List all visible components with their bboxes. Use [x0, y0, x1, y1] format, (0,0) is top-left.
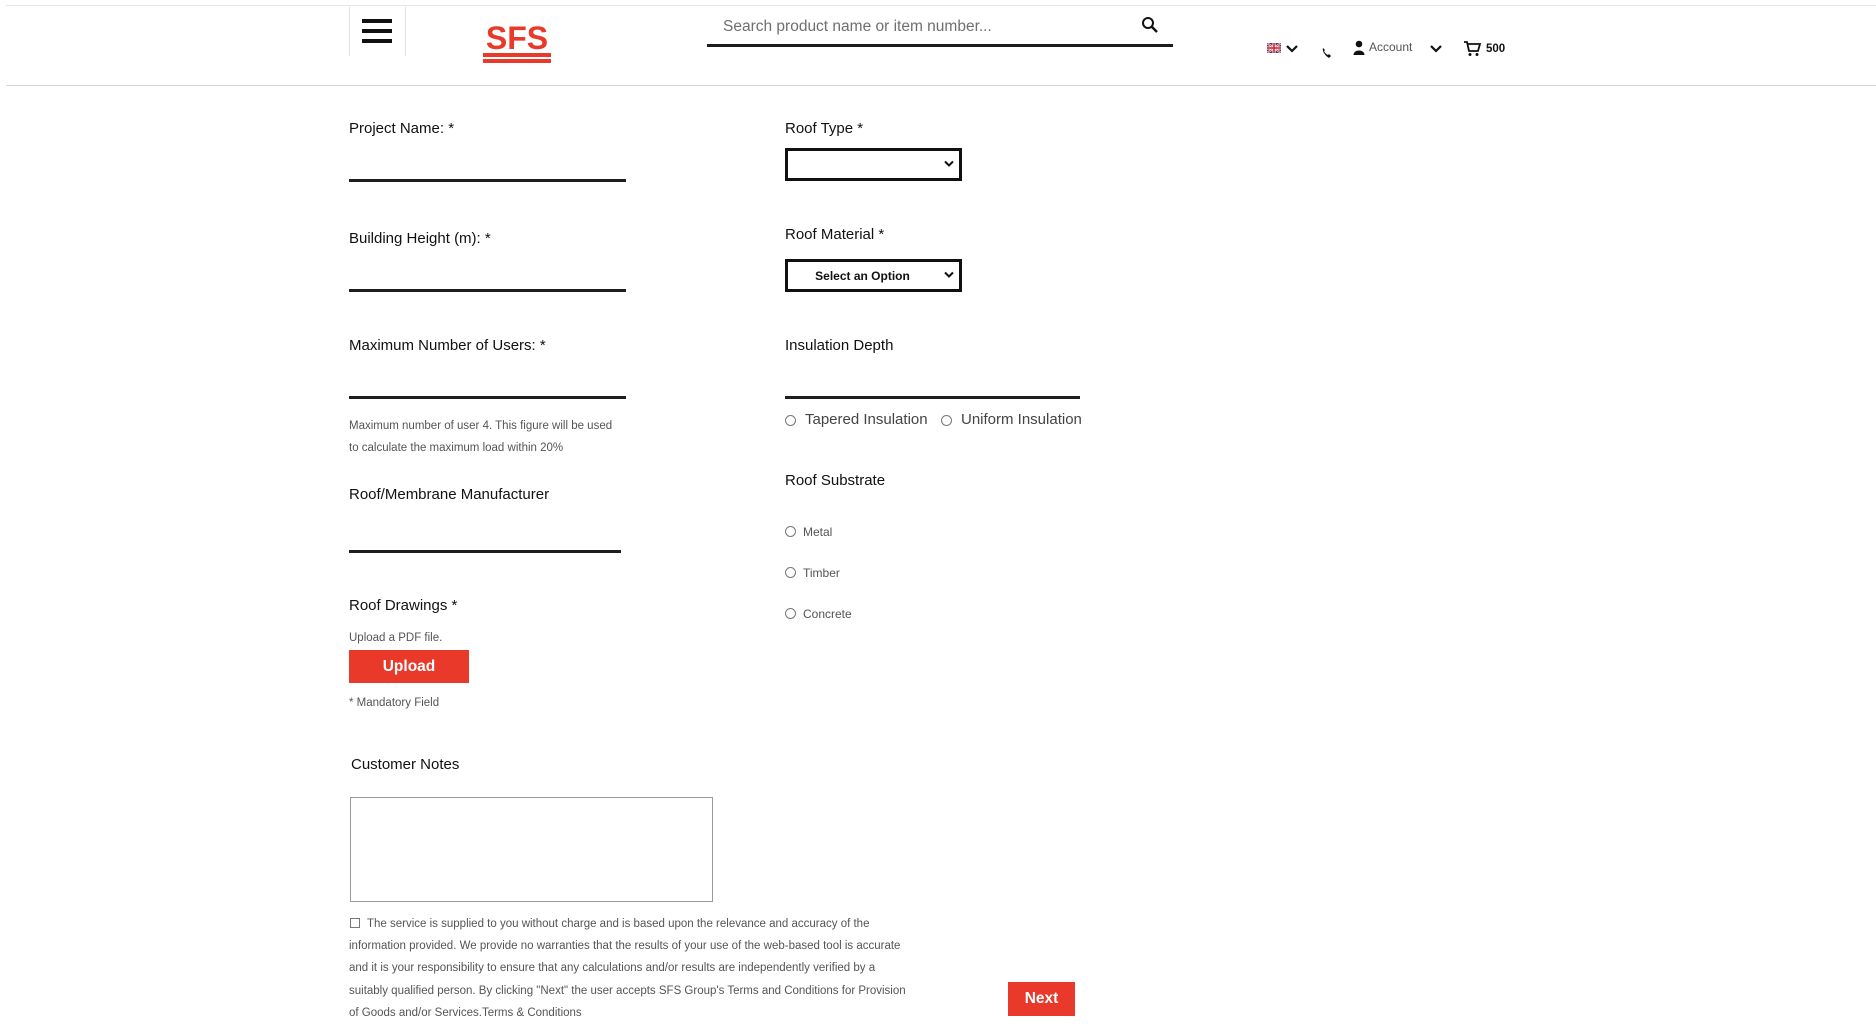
- disclaimer-line-3: and it is your responsibility to ensure …: [349, 962, 876, 975]
- roof-type-label: Roof Type *: [785, 120, 864, 137]
- substrate-timber-radio[interactable]: [785, 567, 796, 578]
- account-chevron-down-icon[interactable]: [1429, 44, 1443, 54]
- manufacturer-input[interactable]: [349, 550, 621, 553]
- max-users-label: Maximum Number of Users: *: [349, 337, 546, 354]
- building-height-label: Building Height (m): *: [349, 230, 491, 247]
- cart-icon[interactable]: [1463, 40, 1481, 57]
- roof-drawings-label: Roof Drawings *: [349, 597, 458, 614]
- uniform-insulation-label: Uniform Insulation: [961, 411, 1082, 428]
- sfs-logo[interactable]: SFS: [482, 22, 552, 66]
- substrate-metal-radio[interactable]: [785, 526, 796, 537]
- disclaimer-text: The service is supplied to you without c…: [349, 913, 909, 1024]
- disclaimer-line-5[interactable]: of Goods and/or Services.Terms & Conditi…: [349, 1002, 909, 1024]
- roof-substrate-label: Roof Substrate: [785, 472, 886, 489]
- mandatory-note: * Mandatory Field: [349, 697, 440, 709]
- manufacturer-label: Roof/Membrane Manufacturer: [349, 486, 550, 503]
- roof-type-select[interactable]: [785, 148, 962, 181]
- project-name-input[interactable]: [349, 179, 626, 182]
- uniform-insulation-radio[interactable]: [941, 415, 952, 426]
- substrate-concrete-label: Concrete: [803, 607, 852, 621]
- uk-flag-icon[interactable]: [1267, 43, 1281, 53]
- project-name-label: Project Name: *: [349, 120, 455, 137]
- logo-text: SFS: [486, 22, 548, 56]
- search-bar: [707, 8, 1173, 47]
- roof-material-select[interactable]: Select an Option: [785, 259, 962, 292]
- search-icon[interactable]: [1141, 16, 1159, 34]
- header-divider: [6, 85, 1876, 86]
- customer-notes-textarea[interactable]: [350, 797, 713, 902]
- tapered-insulation-radio[interactable]: [785, 415, 796, 426]
- upload-button[interactable]: Upload: [349, 650, 469, 683]
- disclaimer-line-1: The service is supplied to you without c…: [367, 918, 870, 930]
- chevron-down-icon: [944, 271, 954, 278]
- menu-button[interactable]: [349, 7, 406, 56]
- insulation-depth-input[interactable]: [785, 396, 1080, 399]
- substrate-concrete-radio[interactable]: [785, 608, 796, 619]
- roof-material-label: Roof Material *: [785, 226, 885, 243]
- max-users-help-line-1: Maximum number of user 4. This figure wi…: [349, 420, 613, 432]
- roof-drawings-help: Upload a PDF file.: [349, 632, 443, 644]
- search-input[interactable]: [721, 14, 1125, 40]
- hamburger-icon: [362, 19, 392, 45]
- phone-icon[interactable]: [1321, 47, 1333, 59]
- user-icon[interactable]: [1353, 40, 1365, 55]
- substrate-metal-label: Metal: [803, 525, 833, 539]
- cart-count: 500: [1486, 43, 1506, 55]
- insulation-depth-label: Insulation Depth: [785, 337, 894, 354]
- next-button[interactable]: Next: [1008, 982, 1075, 1016]
- disclaimer-line-2: information provided. We provide no warr…: [349, 940, 901, 953]
- customer-notes-label: Customer Notes: [351, 756, 460, 773]
- building-height-input[interactable]: [349, 289, 626, 292]
- max-users-help-line-2: to calculate the maximum load within 20%: [349, 442, 564, 454]
- chevron-down-icon: [944, 160, 954, 167]
- disclaimer-line-4: suitably qualified person. By clicking "…: [349, 984, 906, 997]
- substrate-timber-label: Timber: [803, 566, 840, 580]
- tapered-insulation-label: Tapered Insulation: [805, 411, 928, 428]
- header-top-border: [6, 5, 1876, 6]
- chevron-down-icon[interactable]: [1285, 44, 1299, 54]
- roof-material-value: Select an Option: [815, 269, 910, 283]
- account-label[interactable]: Account: [1369, 40, 1412, 54]
- max-users-input[interactable]: [349, 396, 626, 399]
